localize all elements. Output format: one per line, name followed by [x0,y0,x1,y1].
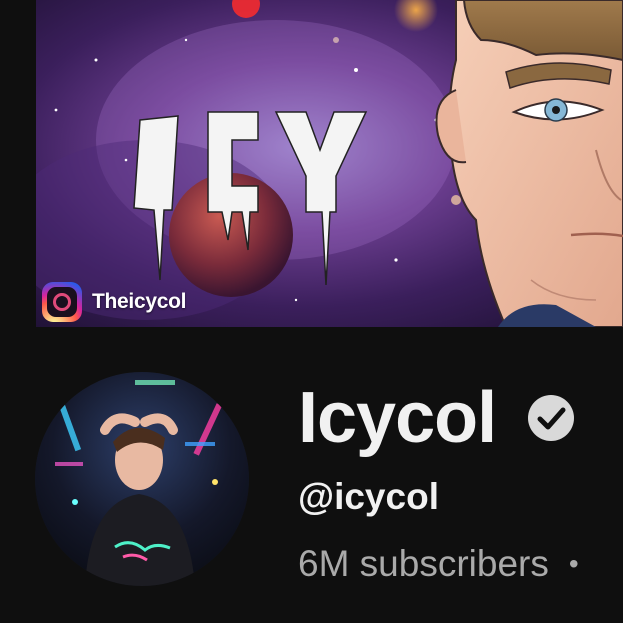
channel-name[interactable]: Icycol [298,382,497,454]
instagram-handle: Theicycol [92,290,187,313]
instagram-link[interactable]: Theicycol [42,281,186,323]
verified-check-icon [528,395,575,441]
instagram-icon [42,282,82,322]
banner-artwork [36,0,623,327]
banner-illustration [36,0,623,327]
banner-edge [0,0,36,327]
channel-handle: @icycol [298,476,439,517]
channel-avatar[interactable] [35,372,249,586]
channel-title-row: Icycol [298,378,575,458]
avatar-photo [35,372,249,586]
stats-separator: • [568,547,579,579]
channel-stats: 6M subscribers • [298,545,579,582]
channel-page: Theicycol Icycol @icycol 6M subscribers … [0,0,623,623]
subscriber-count: 6M subscribers [298,543,549,584]
channel-banner[interactable]: Theicycol [0,0,623,327]
